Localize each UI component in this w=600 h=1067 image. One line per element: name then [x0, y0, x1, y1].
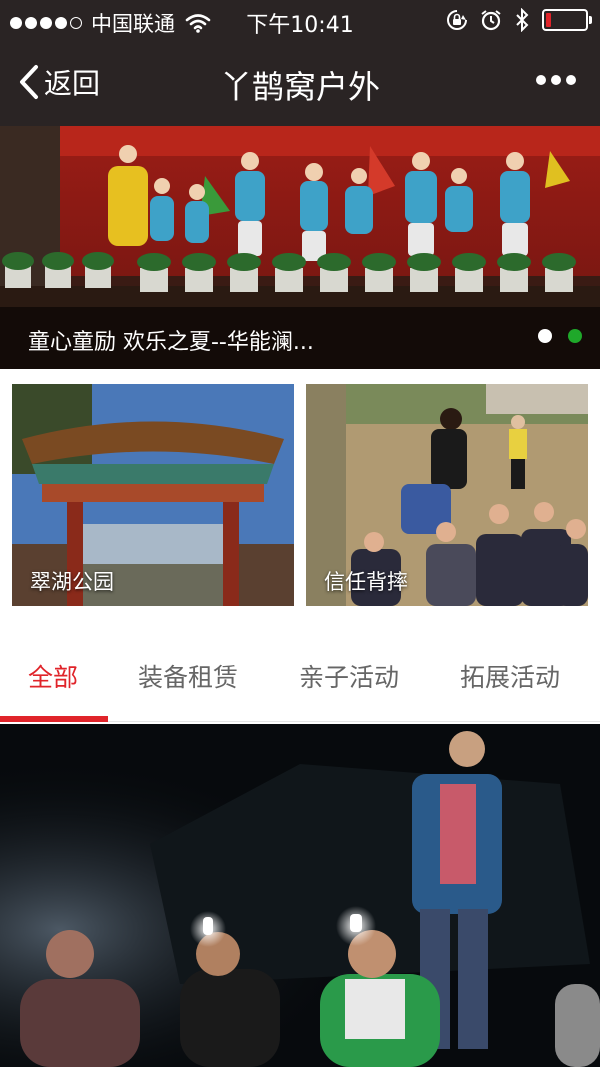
more-dot-icon	[551, 75, 561, 85]
tile-trust-fall[interactable]: 信任背摔	[306, 384, 588, 606]
tab-equipment-rental[interactable]: 装备租赁	[138, 658, 238, 694]
status-bar: 中国联通 下午10:41	[0, 0, 600, 40]
more-dot-icon	[536, 75, 546, 85]
carousel-pager	[522, 329, 582, 343]
tab-outdoor-training[interactable]: 拓展活动	[460, 658, 560, 694]
battery-level	[546, 13, 551, 27]
alarm-icon	[481, 10, 501, 31]
more-menu-button[interactable]	[531, 75, 576, 85]
bluetooth-icon	[516, 8, 529, 32]
banner-caption-bar: 童心童励 欢乐之夏--华能澜...	[0, 307, 600, 369]
tile-label: 信任背摔	[324, 570, 408, 594]
tab-family-activities[interactable]: 亲子活动	[299, 658, 399, 694]
feed-item-photo[interactable]	[0, 724, 600, 1067]
tile-label: 翠湖公园	[30, 570, 114, 594]
tab-all[interactable]: 全部	[28, 658, 78, 694]
nav-bar: 返回 丫鹊窝户外	[0, 40, 600, 126]
more-dot-icon	[566, 75, 576, 85]
banner-carousel[interactable]: 童心童励 欢乐之夏--华能澜...	[0, 126, 600, 369]
status-icons	[434, 8, 592, 32]
banner-caption: 童心童励 欢乐之夏--华能澜...	[28, 330, 314, 355]
pager-dot-active[interactable]	[568, 329, 582, 343]
feed-image	[0, 724, 600, 1067]
rotation-lock-icon	[447, 10, 467, 30]
page-title: 丫鹊窝户外	[219, 68, 380, 106]
battery-icon	[542, 9, 592, 31]
pager-dot[interactable]	[538, 329, 552, 343]
category-tabs: 全部 装备租赁 亲子活动 拓展活动	[0, 630, 600, 722]
tile-cuihu-park[interactable]: 翠湖公园	[12, 384, 294, 606]
active-tab-indicator	[0, 716, 108, 722]
